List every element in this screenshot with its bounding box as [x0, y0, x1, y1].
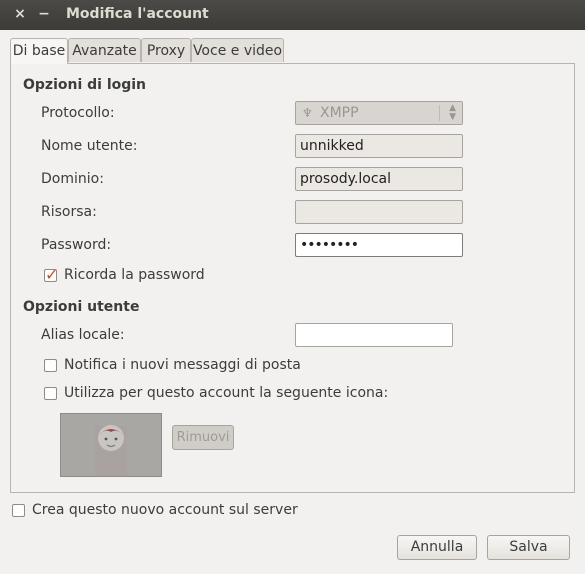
window-title: Modifica l'account: [66, 6, 209, 22]
xmpp-protocol-icon: ♆: [302, 106, 313, 120]
tab-di-base[interactable]: Di base: [10, 38, 68, 64]
resource-label: Risorsa:: [41, 204, 97, 220]
password-field[interactable]: ••••••••: [295, 233, 463, 257]
alias-field[interactable]: [295, 323, 453, 347]
tab-avanzate[interactable]: Avanzate: [68, 38, 141, 62]
cancel-button[interactable]: Annulla: [397, 535, 477, 560]
remember-password-label: Ricorda la password: [64, 267, 205, 283]
save-button[interactable]: Salva: [487, 535, 570, 560]
username-field[interactable]: unnikked: [295, 134, 463, 158]
close-icon[interactable]: ×: [12, 6, 28, 22]
alias-label: Alias locale:: [41, 327, 125, 343]
title-bar: × − Modifica l'account: [0, 0, 585, 30]
protocol-label: Protocollo:: [41, 105, 115, 121]
minimize-icon[interactable]: −: [36, 6, 52, 22]
notify-mail-checkbox[interactable]: [44, 359, 57, 372]
create-account-checkbox[interactable]: [12, 504, 25, 517]
domain-field[interactable]: prosody.local: [295, 167, 463, 191]
protocol-value: XMPP: [320, 105, 359, 121]
buddy-icon: [95, 425, 127, 476]
checkmark-icon: ✓: [45, 265, 59, 284]
login-section-title: Opzioni di login: [23, 77, 147, 93]
user-section-title: Opzioni utente: [23, 299, 140, 315]
tab-proxy[interactable]: Proxy: [141, 38, 191, 62]
domain-label: Dominio:: [41, 171, 104, 187]
custom-icon-checkbox[interactable]: [44, 387, 57, 400]
combo-separator: [439, 105, 440, 121]
tab-voce-e-video[interactable]: Voce e video: [191, 38, 284, 62]
notify-mail-label: Notifica i nuovi messaggi di posta: [64, 357, 301, 373]
remove-icon-button[interactable]: Rimuovi: [172, 425, 234, 450]
remember-password-checkbox[interactable]: ✓: [44, 265, 58, 284]
account-icon-button[interactable]: [60, 413, 162, 477]
username-label: Nome utente:: [41, 138, 138, 154]
combo-arrows-icon: ▲ ▼: [449, 103, 456, 122]
resource-field[interactable]: [295, 200, 463, 224]
custom-icon-label: Utilizza per questo account la seguente …: [64, 385, 389, 401]
password-label: Password:: [41, 237, 112, 253]
protocol-select[interactable]: ♆ XMPP ▲ ▼: [295, 101, 463, 125]
create-account-label: Crea questo nuovo account sul server: [32, 502, 298, 518]
